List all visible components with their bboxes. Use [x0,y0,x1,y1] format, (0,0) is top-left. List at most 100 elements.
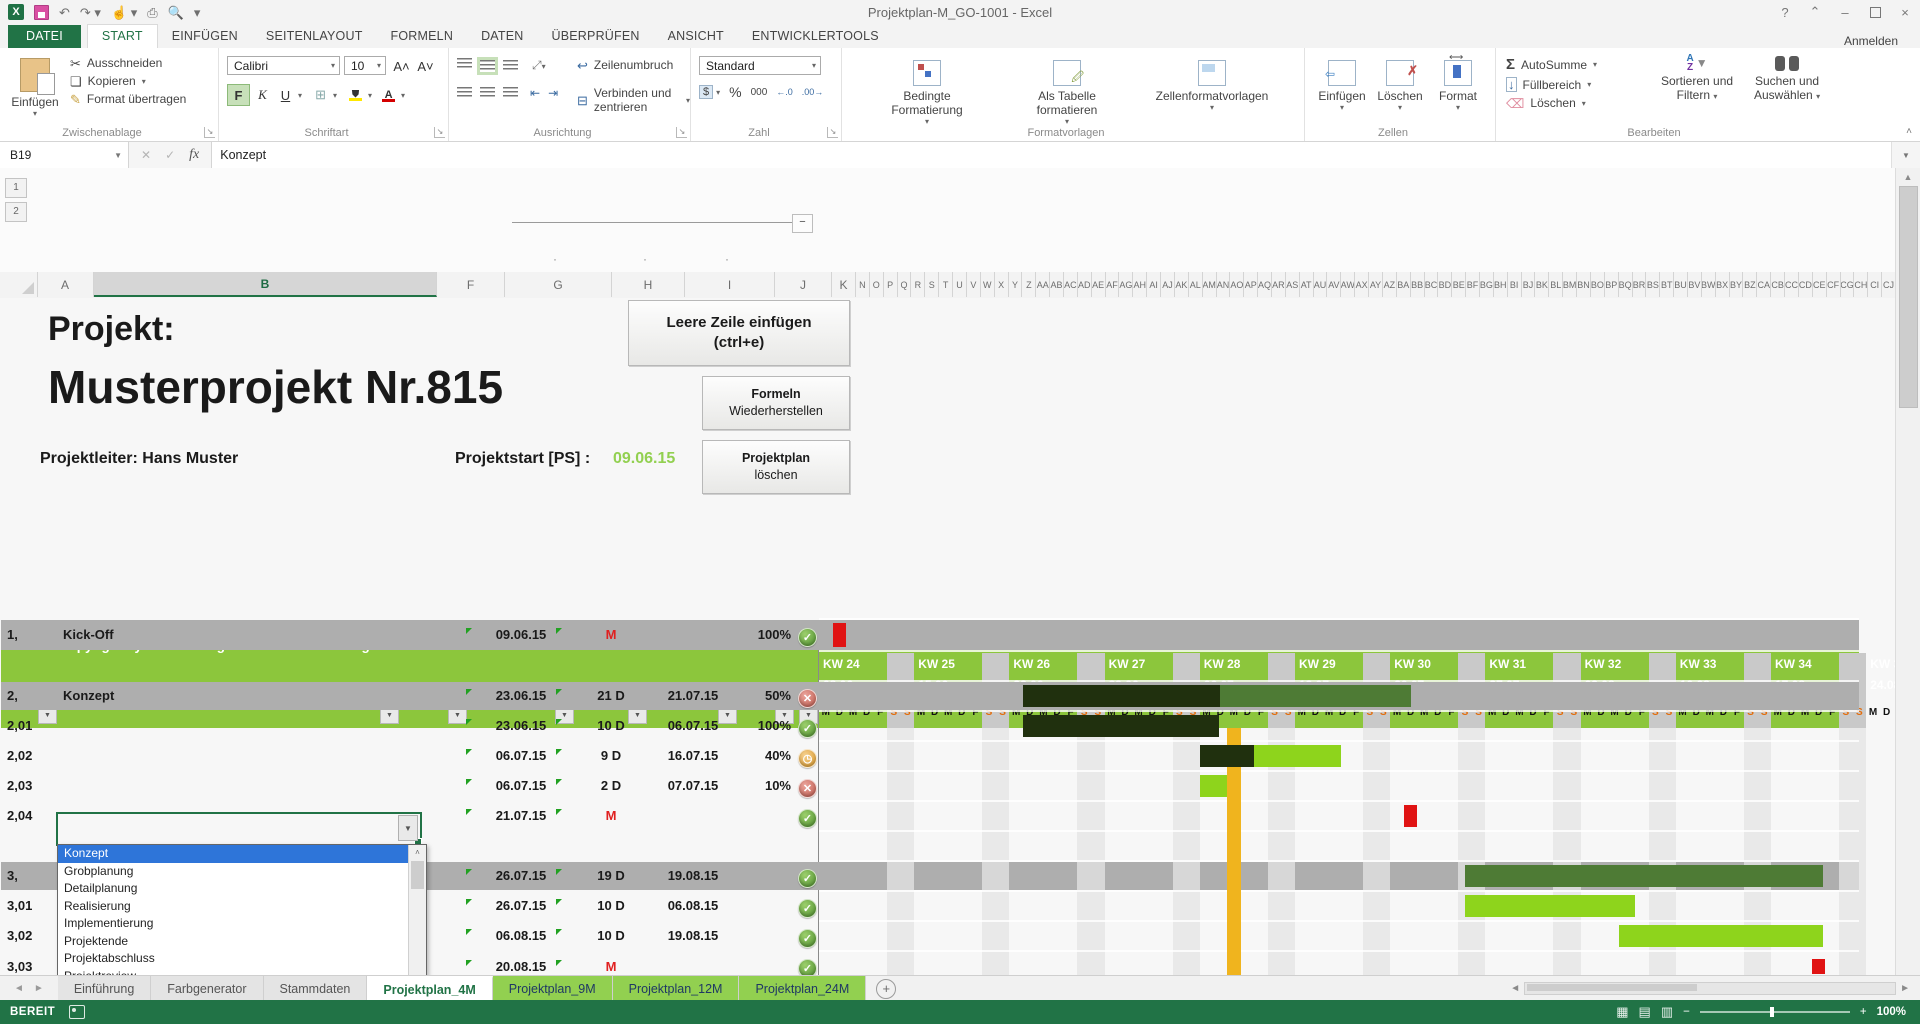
column-header-CJ[interactable]: CJ [1882,272,1896,297]
column-header-AP[interactable]: AP [1244,272,1258,297]
close-button[interactable]: × [1890,0,1920,24]
zoom-in-icon[interactable]: + [1860,1006,1867,1018]
enter-icon[interactable]: ✓ [165,148,175,162]
cell-21[interactable]: 16.07.15 [648,748,738,763]
column-header-AL[interactable]: AL [1189,272,1203,297]
borders-icon[interactable]: ⊞ [310,85,331,105]
column-header-AE[interactable]: AE [1092,272,1106,297]
cell-21[interactable]: 40% [731,748,791,763]
column-header-I[interactable]: I [685,272,775,297]
cell-22[interactable]: 2 D [566,778,656,793]
new-sheet-button[interactable]: + [876,979,896,999]
thousands-icon[interactable]: 000 [751,87,768,98]
column-header-T[interactable]: T [939,272,953,297]
cell-19[interactable]: 50% [731,688,791,703]
quick-print-icon[interactable]: ⎙ [147,6,157,19]
column-header-BF[interactable]: BF [1466,272,1480,297]
column-header-W[interactable]: W [981,272,995,297]
dropdown-item[interactable]: Detailplanung [58,880,409,898]
column-header-AH[interactable]: AH [1133,272,1147,297]
column-header-AU[interactable]: AU [1314,272,1328,297]
cell-28[interactable]: 20.08.15 [476,959,566,974]
alignment-dialog-launcher[interactable]: ↘ [676,127,687,138]
column-header-AD[interactable]: AD [1078,272,1092,297]
ribbon-tab-überprüfen[interactable]: ÜBERPRÜFEN [538,25,654,48]
column-header-AY[interactable]: AY [1369,272,1383,297]
column-header-AG[interactable]: AG [1119,272,1133,297]
dropdown-item[interactable]: Projektreview [58,968,409,976]
cell-21[interactable]: 9 D [566,748,656,763]
page-break-view-icon[interactable]: ▥ [1661,1004,1673,1020]
vertical-scrollbar[interactable]: ▲ [1895,168,1920,975]
column-header-BR[interactable]: BR [1633,272,1647,297]
sign-in-link[interactable]: Anmelden [1844,34,1920,48]
dropdown-item[interactable]: Projektabschluss [58,950,409,968]
dropdown-item[interactable]: Konzept [58,845,409,863]
cut-button[interactable]: ✂Ausschneiden [70,56,186,70]
column-header-AM[interactable]: AM [1203,272,1217,297]
cell-20[interactable]: 100% [731,718,791,733]
cell-21[interactable]: 2,02 [7,748,32,763]
column-header-AX[interactable]: AX [1355,272,1369,297]
insert-function-icon[interactable]: fx [189,147,199,163]
number-format-select[interactable]: Standard▾ [699,56,821,75]
cell-28[interactable]: 3,03 [7,959,32,974]
column-header-AV[interactable]: AV [1327,272,1341,297]
sheet-nav-left-icon[interactable]: ◄ [14,983,24,994]
cell-25[interactable]: 3, [7,868,18,883]
column-header-BN[interactable]: BN [1577,272,1591,297]
column-header-BW[interactable]: BW [1702,272,1716,297]
selected-cell-b19[interactable] [56,812,422,846]
cell-20[interactable]: 23.06.15 [476,718,566,733]
paste-button[interactable]: Einfügen▾ [8,52,62,132]
cell-17[interactable]: 100% [731,627,791,642]
expand-formula-bar-icon[interactable]: ▼ [1891,142,1920,168]
column-header-AR[interactable]: AR [1272,272,1286,297]
zoom-slider-thumb[interactable] [1770,1007,1774,1017]
cell-22[interactable]: 06.07.15 [476,778,566,793]
column-header-N[interactable]: N [856,272,870,297]
column-header-V[interactable]: V [967,272,981,297]
column-header-P[interactable]: P [884,272,898,297]
cell-17[interactable]: M [566,627,656,642]
outline-level-2-button[interactable]: 2 [5,202,27,222]
italic-button[interactable]: K [252,85,273,105]
column-header-CD[interactable]: CD [1799,272,1813,297]
percent-icon[interactable]: % [729,84,741,100]
ribbon-tab-einfügen[interactable]: EINFÜGEN [158,25,252,48]
column-header-BU[interactable]: BU [1674,272,1688,297]
normal-view-icon[interactable]: ▦ [1616,1004,1628,1020]
column-header-X[interactable]: X [995,272,1009,297]
align-top-icon[interactable] [457,58,472,70]
format-painter-button[interactable]: ✎Format übertragen [70,92,186,106]
column-header-B[interactable]: B [94,272,437,297]
dropdown-scroll-thumb[interactable] [411,861,424,889]
column-header-F[interactable]: F [437,272,505,297]
column-header-AN[interactable]: AN [1217,272,1231,297]
clipboard-dialog-launcher[interactable]: ↘ [204,127,215,138]
restore-button[interactable] [1860,0,1890,24]
column-header-BP[interactable]: BP [1605,272,1619,297]
cell-23[interactable]: 2,04 [7,808,32,823]
name-box[interactable]: B19▼ [0,142,129,168]
save-icon[interactable] [34,5,49,20]
column-header-BK[interactable]: BK [1535,272,1549,297]
column-header-S[interactable]: S [925,272,939,297]
cell-styles-button[interactable]: Zellenformatvorlagen▾ [1132,54,1292,134]
formula-input[interactable]: Konzept [212,142,1891,168]
cancel-icon[interactable]: ✕ [141,148,151,162]
zoom-out-icon[interactable]: − [1683,1006,1690,1018]
cell-26[interactable]: 3,01 [7,898,32,913]
column-header-BO[interactable]: BO [1591,272,1605,297]
merge-center-button[interactable]: ⊟Verbinden und zentrieren▾ [577,86,690,114]
column-header-U[interactable]: U [953,272,967,297]
cell-26[interactable]: 06.08.15 [648,898,738,913]
hscroll-left-icon[interactable]: ◄ [1510,983,1520,994]
font-size-select[interactable]: 10▾ [344,56,386,75]
column-header-AJ[interactable]: AJ [1161,272,1175,297]
column-header-BM[interactable]: BM [1563,272,1577,297]
help-button[interactable]: ? [1770,0,1800,24]
column-header-BG[interactable]: BG [1480,272,1494,297]
column-header-CE[interactable]: CE [1813,272,1827,297]
hscroll-right-icon[interactable]: ► [1900,983,1910,994]
